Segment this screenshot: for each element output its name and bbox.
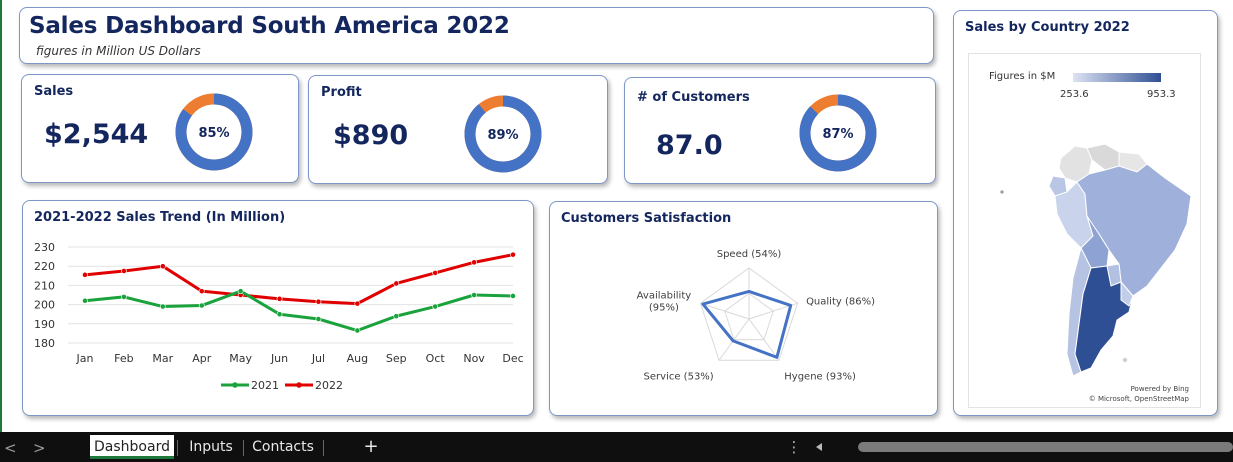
- tab-inputs[interactable]: Inputs: [182, 435, 240, 459]
- x-tick-label: Sep: [386, 352, 407, 365]
- kpi-value: $890: [333, 120, 409, 151]
- more-options-icon[interactable]: ⋮: [786, 435, 802, 459]
- x-tick-label: Mar: [152, 352, 173, 365]
- y-tick-label: 180: [34, 337, 55, 350]
- kpi-card-profit[interactable]: Profit $890 89%: [308, 75, 608, 184]
- scroll-prev-icon[interactable]: <: [4, 439, 17, 457]
- series-line-2021: [84, 289, 514, 333]
- legend-label: 2022: [315, 379, 343, 392]
- data-point-2021: [315, 316, 322, 322]
- donut-percent-label: 85%: [198, 126, 229, 141]
- y-tick-label: 210: [34, 279, 55, 292]
- data-point-2022: [82, 271, 88, 278]
- sales-trend-card[interactable]: 2021-2022 Sales Trend (In Million) 180 19…: [22, 200, 534, 416]
- radar-axis-label: Service (53%): [644, 372, 714, 383]
- x-tick-label: Aug: [347, 352, 368, 365]
- data-point-2021: [432, 303, 439, 310]
- radar-axis-label: Hygene (93%): [784, 372, 856, 383]
- kpi-label: Sales: [34, 84, 74, 99]
- page-title: Sales Dashboard South America 2022: [29, 13, 510, 39]
- data-point-2022: [510, 251, 516, 258]
- donut-percent-label: 89%: [487, 128, 518, 143]
- radar-axis-label: Quality (86%): [806, 296, 875, 307]
- y-tick-label: 200: [34, 299, 55, 312]
- sales-trend-line-chart: 180 190 200 210 220 230 Jan Feb Mar Apr May Jun Jul A…: [34, 241, 524, 392]
- data-point-2021: [510, 293, 516, 299]
- page-subtitle: figures in Million US Dollars: [36, 44, 201, 58]
- title-card: Sales Dashboard South America 2022 figur…: [19, 7, 934, 64]
- x-tick-label: Feb: [114, 352, 133, 365]
- south-america-map: [1000, 143, 1192, 377]
- x-tick-label: Jun: [270, 352, 288, 365]
- data-point-2021: [198, 302, 205, 309]
- data-point-2022: [276, 295, 283, 302]
- y-tick-label: 230: [34, 241, 55, 254]
- series-line-2022: [84, 253, 514, 306]
- horizontal-scrollbar-thumb[interactable]: [858, 442, 1233, 452]
- map-title: Sales by Country 2022: [965, 20, 1130, 35]
- tab-dashboard[interactable]: Dashboard: [90, 435, 174, 459]
- satisfaction-radar-chart: Speed (54%) Quality (86%) Hygene (93%) Serv…: [637, 249, 875, 383]
- x-tick-label: Jan: [76, 352, 94, 365]
- data-point-2021: [237, 288, 244, 295]
- map-copyright: © Microsoft, OpenStreetMap: [1088, 395, 1189, 403]
- tab-separator: [323, 440, 324, 456]
- kpi-donut-chart: 89%: [464, 95, 542, 173]
- add-sheet-button[interactable]: +: [358, 435, 384, 459]
- kpi-card-sales[interactable]: Sales $2,544 85%: [21, 74, 299, 183]
- radar-axis-label: Availability: [637, 290, 692, 301]
- island-falklands: [1122, 357, 1128, 363]
- data-point-2021: [471, 292, 477, 298]
- x-tick-label: Apr: [192, 352, 212, 365]
- data-point-2022: [393, 280, 400, 287]
- kpi-donut-chart: 87%: [799, 94, 877, 172]
- x-tick-label: May: [229, 352, 252, 365]
- legend-marker: [296, 382, 302, 388]
- data-point-2021: [393, 313, 400, 320]
- x-tick-label: Oct: [426, 352, 446, 365]
- data-point-2022: [159, 263, 166, 270]
- legend-marker: [232, 382, 238, 388]
- data-point-2021: [159, 303, 166, 310]
- sales-map-card[interactable]: Sales by Country 2022 Figures in $M 253.…: [953, 10, 1218, 416]
- kpi-label: # of Customers: [637, 90, 750, 105]
- data-point-2021: [82, 297, 88, 304]
- kpi-label: Profit: [321, 85, 362, 100]
- data-point-2021: [121, 294, 127, 300]
- data-point-2022: [432, 270, 439, 276]
- worksheet-canvas: Sales Dashboard South America 2022 figur…: [0, 0, 1233, 432]
- x-tick-label: Dec: [502, 352, 523, 365]
- legend-label: 2021: [251, 379, 279, 392]
- x-tick-label: Nov: [463, 352, 485, 365]
- satisfaction-card[interactable]: Customers Satisfaction Speed (54%) Qualit…: [549, 201, 938, 416]
- radar-series-shape: [701, 289, 793, 359]
- data-point-2022: [198, 288, 205, 295]
- y-tick-label: 220: [34, 260, 55, 273]
- data-point-2021: [276, 311, 283, 318]
- island-galapagos: [1000, 190, 1004, 194]
- tab-separator: [243, 440, 244, 456]
- radar-axis-label: (95%): [649, 302, 679, 313]
- kpi-value: $2,544: [44, 119, 149, 150]
- data-point-2022: [121, 268, 127, 274]
- kpi-donut-chart: 85%: [175, 93, 253, 171]
- scroll-left-icon[interactable]: [814, 442, 824, 452]
- x-tick-label: Jul: [311, 352, 325, 365]
- radar-axis-label: Speed (54%): [717, 249, 782, 260]
- tab-contacts[interactable]: Contacts: [247, 435, 319, 459]
- sheet-tabs-bar: < > Dashboard Inputs Contacts + ⋮: [0, 432, 1233, 462]
- map-area[interactable]: Figures in $M 253.6 953.3 Powered by Bin…: [968, 53, 1201, 408]
- donut-percent-label: 87%: [822, 127, 853, 142]
- kpi-value: 87.0: [656, 130, 723, 161]
- data-point-2021: [354, 327, 361, 334]
- country-venezuela[interactable]: [1086, 143, 1120, 171]
- y-tick-label: 190: [34, 318, 55, 331]
- map-powered-by: Powered by Bing: [1130, 385, 1189, 393]
- data-point-2022: [315, 298, 322, 305]
- tab-separator: [177, 440, 178, 456]
- scroll-next-icon[interactable]: >: [33, 439, 46, 457]
- data-point-2022: [471, 259, 477, 266]
- kpi-card-customers[interactable]: # of Customers 87.0 87%: [624, 77, 936, 184]
- data-point-2022: [354, 300, 361, 307]
